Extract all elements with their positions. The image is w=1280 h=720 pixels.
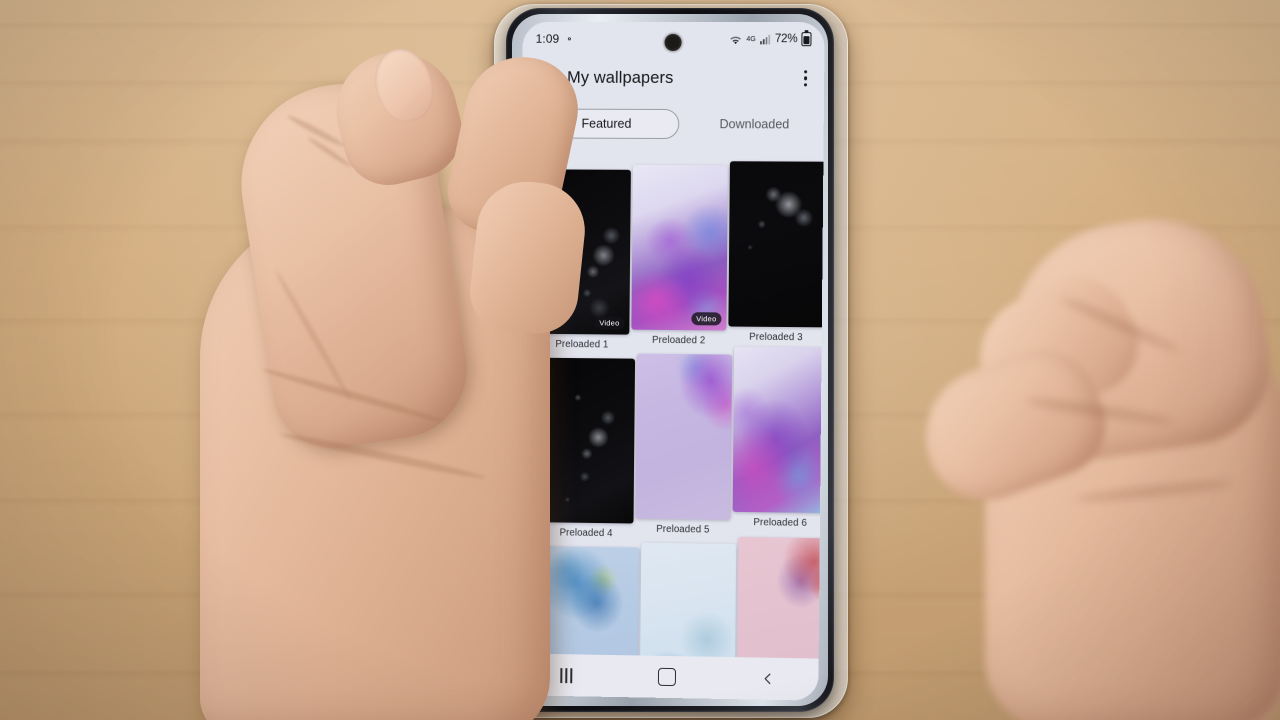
back-chevron-icon[interactable] bbox=[741, 663, 796, 694]
wallpaper-thumbnail[interactable]: Video bbox=[631, 164, 728, 331]
app-bar: My wallpapers bbox=[522, 56, 824, 101]
wallpaper-thumbnail[interactable] bbox=[732, 346, 825, 514]
home-icon[interactable] bbox=[640, 661, 694, 692]
wallpaper-label: Preloaded 2 bbox=[651, 334, 706, 347]
wallpaper-thumbnail[interactable] bbox=[538, 357, 636, 524]
wallpaper-label: Preloaded 6 bbox=[753, 517, 808, 529]
status-time: 1:09 bbox=[535, 31, 560, 46]
status-bar-right: 4G 72% bbox=[729, 32, 812, 47]
cellular-signal-icon bbox=[759, 34, 770, 44]
nav-indicator-dot bbox=[530, 678, 535, 683]
wallpaper-thumbnail[interactable]: Video bbox=[534, 169, 631, 335]
scene-root: 1:09 4G 72% My wallpapers Featured Downl… bbox=[0, 0, 1280, 720]
wallpaper-thumbnail[interactable] bbox=[635, 353, 733, 520]
video-badge: Video bbox=[594, 316, 625, 330]
page-title: My wallpapers bbox=[566, 68, 674, 87]
wallpaper-label: Preloaded 3 bbox=[749, 331, 803, 344]
wifi-icon bbox=[730, 36, 742, 44]
tab-featured[interactable]: Featured bbox=[533, 108, 680, 140]
wallpaper-label: Preloaded 1 bbox=[555, 338, 609, 351]
wallpaper-cell[interactable]: Preloaded 6 bbox=[732, 346, 825, 530]
wallpaper-cell[interactable]: Video Preloaded 2 bbox=[631, 164, 728, 347]
wallpaper-label: Preloaded 5 bbox=[656, 523, 710, 536]
phone-screen[interactable]: 1:09 4G 72% My wallpapers Featured Downl… bbox=[516, 21, 825, 701]
recents-icon[interactable] bbox=[540, 660, 594, 691]
back-arrow-icon[interactable] bbox=[536, 69, 554, 87]
wallpaper-cell[interactable]: Video Preloaded 1 bbox=[534, 169, 631, 351]
tab-downloaded[interactable]: Downloaded bbox=[693, 117, 816, 131]
wallpaper-label: Preloaded 4 bbox=[559, 527, 613, 540]
status-bar-left: 1:09 bbox=[536, 32, 575, 46]
kebab-menu-icon[interactable] bbox=[801, 66, 810, 90]
battery-icon bbox=[801, 32, 812, 47]
wallpaper-grid: Video Preloaded 1 Video Preloaded 2 Prel… bbox=[516, 147, 825, 701]
navigation-bar bbox=[516, 653, 819, 701]
wallpaper-cell[interactable]: Preloaded 5 bbox=[635, 353, 733, 536]
front-camera-punch-hole bbox=[664, 33, 682, 52]
wallpaper-cell[interactable]: Preloaded 3 bbox=[728, 161, 825, 343]
video-badge: Video bbox=[691, 312, 722, 326]
network-type-label: 4G bbox=[746, 35, 756, 43]
battery-percent-label: 72% bbox=[774, 33, 798, 46]
tab-bar: Featured Downloaded bbox=[522, 104, 824, 145]
wallpaper-thumbnail[interactable] bbox=[728, 161, 825, 328]
gear-icon bbox=[567, 37, 571, 41]
wallpaper-cell[interactable]: Preloaded 4 bbox=[538, 357, 636, 540]
